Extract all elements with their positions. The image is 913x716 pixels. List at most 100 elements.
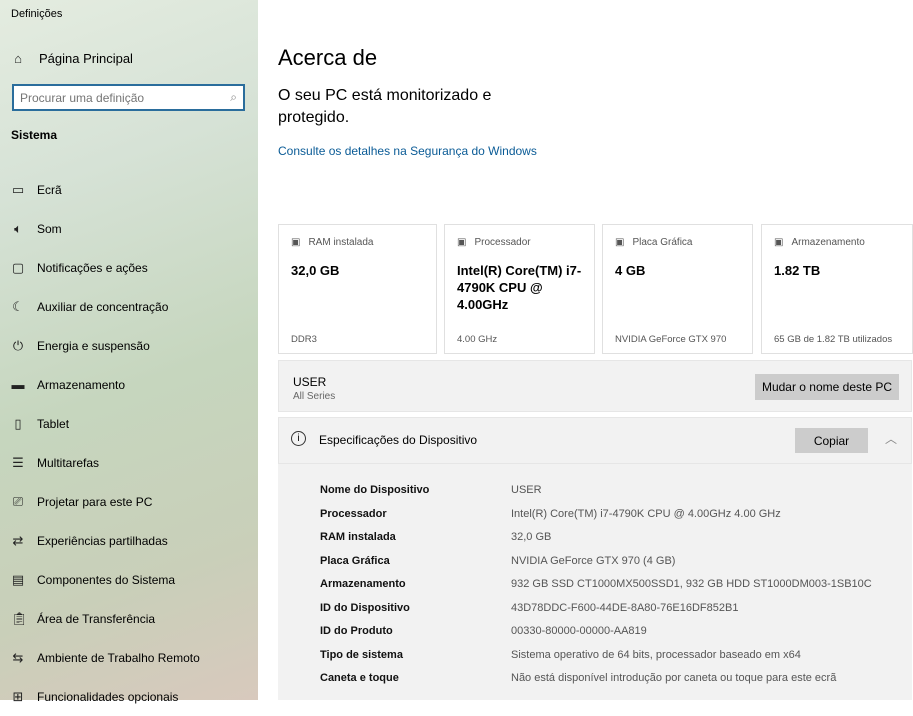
main: Acerca de O seu PC está monitorizado e p… bbox=[258, 0, 913, 700]
sidebar-item[interactable]: ⇄ Experiências partilhadas bbox=[0, 521, 258, 560]
sidebar-item[interactable]: ⏻ Energia e suspensão bbox=[0, 326, 258, 365]
spec-row: Processador Intel(R) Core(TM) i7-4790K CP… bbox=[320, 508, 781, 520]
chevron-up-icon[interactable]: ︿ bbox=[885, 430, 897, 447]
sidebar-item[interactable]: ▯ Tablet bbox=[0, 404, 258, 443]
specs-header[interactable]: i Especificações do Dispositivo Copiar ︿ bbox=[278, 417, 912, 464]
notification-icon: ▢ bbox=[11, 259, 25, 275]
spec-value: 32,0 GB bbox=[511, 531, 552, 543]
spec-card: ▣ RAM instalada 32,0 GB DDR3 bbox=[278, 224, 437, 354]
specs-title: Especificações do Dispositivo bbox=[319, 433, 478, 447]
spec-card: ▣ Processador Intel(R) Core(TM) i7-4790K C… bbox=[444, 224, 595, 354]
spec-card: ▣ Placa Gráfica 4 GB NVIDIA GeForce GTX 970 bbox=[602, 224, 753, 354]
sidebar-item[interactable]: 🔈︎ Som bbox=[0, 209, 258, 248]
protection-status: O seu PC está monitorizado e protegido. bbox=[278, 87, 492, 126]
sidebar-item[interactable]: 📋︎ Área de Transferência bbox=[0, 599, 258, 638]
spec-row: RAM instalada 32,0 GB bbox=[320, 531, 551, 543]
spec-card: ▣ Armazenamento 1.82 TB 65 GB de 1.82 TB ut… bbox=[761, 224, 913, 354]
sidebar-item[interactable]: ▭ Ecrã bbox=[0, 170, 258, 209]
power-icon: ⏻ bbox=[12, 337, 24, 353]
storage-icon: ▬ bbox=[11, 377, 25, 392]
sidebar-item-label: Ambiente de Trabalho Remoto bbox=[37, 650, 200, 665]
sidebar-item-label: Funcionalidades opcionais bbox=[37, 689, 179, 704]
search-input[interactable] bbox=[20, 90, 231, 105]
sidebar-item-label: Experiências partilhadas bbox=[37, 533, 168, 548]
spec-key: Processador bbox=[320, 507, 387, 520]
home-label: Página Principal bbox=[39, 51, 133, 66]
search-icon[interactable]: ⌕ bbox=[230, 90, 237, 105]
card-sub: NVIDIA GeForce GTX 970 bbox=[615, 334, 727, 345]
sidebar-item-label: Área de Transferência bbox=[37, 611, 156, 626]
spec-value: Sistema operativo de 64 bits, processado… bbox=[511, 648, 801, 661]
spec-key: Armazenamento bbox=[320, 578, 406, 590]
sidebar-item-label: Componentes do Sistema bbox=[37, 572, 176, 587]
spec-key: ID do Produto bbox=[320, 625, 393, 637]
components-icon: ▤ bbox=[11, 571, 25, 587]
sidebar-item-label: Multitarefas bbox=[37, 455, 100, 470]
spec-row: Caneta e toque Não está disponível introd… bbox=[320, 672, 836, 684]
sidebar: Definições ⌂ Página Principal ⌕ Sistema ▭… bbox=[0, 0, 258, 704]
spec-row: Placa Gráfica NVIDIA GeForce GTX 970 (4 G… bbox=[320, 555, 675, 567]
speaker-icon: 🔈︎ bbox=[14, 220, 22, 236]
copy-button[interactable]: Copiar bbox=[795, 428, 868, 453]
page-title: Acerca de bbox=[278, 45, 378, 70]
sidebar-item-label: Projetar para este PC bbox=[37, 494, 153, 509]
card-sub: DDR3 bbox=[291, 334, 317, 345]
sidebar-item-label: Tablet bbox=[37, 416, 70, 431]
multitask-icon: ☰ bbox=[12, 454, 24, 470]
spec-value: 932 GB SSD CT1000MX500SSD1, 932 GB HDD S… bbox=[511, 578, 872, 590]
sidebar-item-label: Armazenamento bbox=[37, 377, 126, 392]
ram-icon: ▣ bbox=[291, 237, 301, 248]
nav-list: ▭ Ecrã 🔈︎ Som ▢ Notificações e ações ☾ Auxiliar… bbox=[0, 170, 258, 716]
search-box[interactable]: ⌕ bbox=[12, 84, 245, 111]
pc-model: All Series bbox=[293, 391, 336, 402]
remote-icon: ⇆ bbox=[12, 649, 24, 665]
card-value: 1.82 TB bbox=[774, 263, 821, 278]
sidebar-item-label: Energia e suspensão bbox=[37, 338, 150, 353]
monitor-icon: ▭ bbox=[11, 181, 25, 197]
spec-row: Armazenamento 932 GB SSD CT1000MX500SSD1,… bbox=[320, 578, 872, 590]
disk-icon: ▣ bbox=[774, 237, 784, 248]
spec-key: Tipo de sistema bbox=[320, 648, 403, 661]
sidebar-item[interactable]: ⊞ Funcionalidades opcionais bbox=[0, 677, 258, 716]
card-label: Placa Gráfica bbox=[632, 237, 693, 248]
pc-name-panel: USER All Series Mudar o nome deste PC bbox=[278, 360, 912, 412]
spec-key: ID do Dispositivo bbox=[320, 601, 410, 614]
sidebar-item[interactable]: ⎚ Projetar para este PC bbox=[0, 482, 258, 521]
project-icon: ⎚ bbox=[12, 493, 24, 509]
spec-key: Nome do Dispositivo bbox=[320, 484, 430, 496]
sidebar-home[interactable]: ⌂ Página Principal bbox=[11, 51, 133, 66]
pc-name: USER bbox=[293, 375, 327, 389]
spec-value: NVIDIA GeForce GTX 970 (4 GB) bbox=[511, 554, 676, 567]
sidebar-item[interactable]: ▢ Notificações e ações bbox=[0, 248, 258, 287]
gpu-icon: ▣ bbox=[615, 237, 625, 248]
specs-body: Nome do Dispositivo USER Processador Intel(… bbox=[278, 464, 912, 700]
spec-value: 43D78DDC-F600-44DE-8A80-76E16DF852B1 bbox=[511, 601, 739, 614]
spec-row: Nome do Dispositivo USER bbox=[320, 484, 542, 496]
moon-icon: ☾ bbox=[12, 298, 24, 314]
card-value: Intel(R) Core(TM) i7-4790K CPU @ 4.00GHz bbox=[457, 263, 582, 312]
rename-pc-button[interactable]: Mudar o nome deste PC bbox=[755, 374, 899, 400]
security-link[interactable]: Consulte os detalhes na Segurança do Win… bbox=[278, 144, 537, 158]
sidebar-item[interactable]: ☾ Auxiliar de concentração bbox=[0, 287, 258, 326]
sidebar-item-label: Ecrã bbox=[37, 182, 62, 197]
sidebar-item-label: Auxiliar de concentração bbox=[37, 299, 169, 314]
spec-row: ID do Dispositivo 43D78DDC-F600-44DE-8A80… bbox=[320, 602, 738, 614]
spec-value: 00330-80000-00000-AA819 bbox=[511, 625, 647, 637]
clipboard-icon: 📋︎ bbox=[11, 610, 28, 626]
sidebar-item[interactable]: ☰ Multitarefas bbox=[0, 443, 258, 482]
card-sub: 4.00 GHz bbox=[457, 334, 498, 345]
sidebar-item[interactable]: ▬ Armazenamento bbox=[0, 365, 258, 404]
spec-key: RAM instalada bbox=[320, 531, 396, 543]
section-heading: Sistema bbox=[11, 128, 58, 142]
spec-value: Intel(R) Core(TM) i7-4790K CPU @ 4.00GHz… bbox=[511, 507, 781, 520]
card-sub: 65 GB de 1.82 TB utilizados bbox=[774, 334, 893, 345]
sidebar-item[interactable]: ⇆ Ambiente de Trabalho Remoto bbox=[0, 638, 258, 677]
home-icon: ⌂ bbox=[14, 51, 22, 66]
optional-icon: ⊞ bbox=[12, 688, 24, 704]
sidebar-item-label: Som bbox=[37, 221, 62, 236]
sidebar-item[interactable]: ▤ Componentes do Sistema bbox=[0, 560, 258, 599]
info-icon: i bbox=[291, 431, 306, 446]
spec-key: Caneta e toque bbox=[320, 672, 399, 684]
spec-value: Não está disponível introdução por canet… bbox=[511, 672, 837, 684]
tablet-icon: ▯ bbox=[14, 415, 22, 431]
